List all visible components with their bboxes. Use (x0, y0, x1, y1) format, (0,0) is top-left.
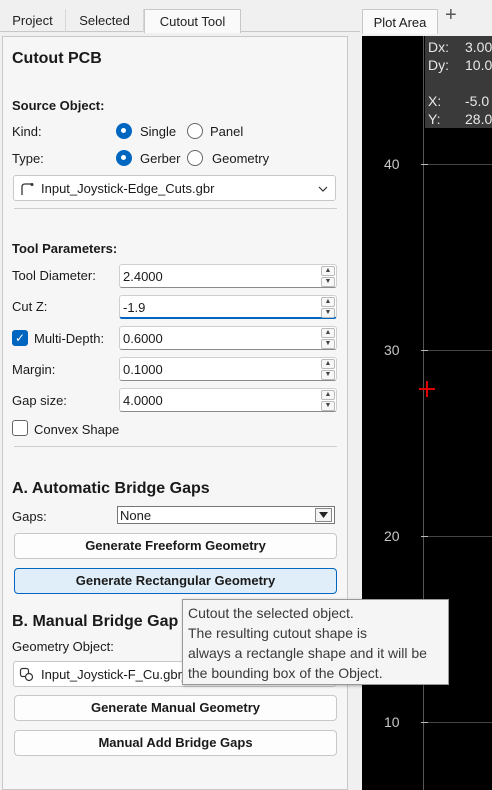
cut-z-label: Cut Z: (12, 299, 48, 314)
manual-add-gaps-button[interactable]: Manual Add Bridge Gaps (14, 730, 337, 756)
spin-down-icon[interactable]: ▼ (321, 308, 335, 318)
gap-size-spinbox[interactable]: 4.0000 ▲ ▼ (119, 388, 337, 412)
cut-z-spinbox[interactable]: -1.9 ▲ ▼ (119, 295, 337, 319)
spin-down-icon[interactable]: ▼ (321, 370, 335, 380)
tooltip-line: The resulting cutout shape is (188, 625, 367, 641)
gerber-object-icon (21, 183, 34, 195)
tab-plot-area[interactable]: Plot Area (362, 9, 438, 34)
type-geometry-label: Geometry (212, 151, 270, 166)
y-tick-label: 40 (384, 156, 400, 172)
generate-freeform-button[interactable]: Generate Freeform Geometry (14, 533, 337, 559)
auto-gaps-heading: A. Automatic Bridge Gaps (12, 480, 210, 497)
tool-diameter-value: 2.4000 (123, 269, 163, 284)
divider (14, 446, 337, 447)
margin-spinbox[interactable]: 0.1000 ▲ ▼ (119, 357, 337, 381)
tool-diameter-label: Tool Diameter: (12, 268, 96, 283)
gap-size-label: Gap size: (12, 393, 67, 408)
kind-label: Kind: (12, 124, 42, 139)
spin-down-icon[interactable]: ▼ (321, 277, 335, 287)
tooltip-line: always a rectangle shape and it will be (188, 645, 427, 661)
cursor-crosshair-icon (419, 381, 435, 397)
kind-single-radio[interactable] (116, 123, 132, 139)
geometry-object-label: Geometry Object: (12, 639, 114, 654)
dy-label: Dy: (428, 57, 449, 73)
gap-size-value: 4.0000 (123, 393, 163, 408)
y-tick (421, 164, 428, 165)
tool-diameter-spinbox[interactable]: 2.4000 ▲ ▼ (119, 264, 337, 288)
grid-line (424, 164, 492, 165)
multi-depth-label: Multi-Depth: (34, 331, 105, 346)
dx-value: 3.00 (465, 39, 492, 55)
tooltip: Cutout the selected object. The resultin… (182, 599, 449, 685)
y-tick-label: 10 (384, 714, 400, 730)
geometry-object-icon (19, 667, 34, 682)
tab-project[interactable]: Project (0, 9, 66, 32)
convex-shape-checkbox[interactable] (12, 420, 28, 436)
gaps-select[interactable]: None (117, 506, 335, 524)
plot-tab-bar: Plot Area + (360, 0, 492, 36)
generate-rectangular-button[interactable]: Generate Rectangular Geometry (14, 568, 337, 594)
chevron-down-icon (318, 186, 328, 192)
type-geometry-radio[interactable] (187, 150, 203, 166)
y-tick-label: 30 (384, 342, 400, 358)
y-tick-label: 20 (384, 528, 400, 544)
spin-down-icon[interactable]: ▼ (321, 401, 335, 411)
y-tick (421, 350, 428, 351)
gaps-value: None (120, 508, 152, 523)
multi-depth-spinbox[interactable]: 0.6000 ▲ ▼ (119, 326, 337, 350)
x-label: X: (428, 93, 442, 109)
divider (14, 208, 337, 209)
dropdown-arrow-icon (319, 512, 328, 518)
source-object-value: Input_Joystick-Edge_Cuts.gbr (41, 181, 215, 196)
grid-line (424, 350, 492, 351)
spin-up-icon[interactable]: ▲ (321, 328, 335, 338)
add-tab-icon[interactable]: + (445, 4, 457, 27)
manual-gaps-heading: B. Manual Bridge Gap (12, 613, 179, 630)
kind-single-label: Single (140, 124, 177, 139)
spin-up-icon[interactable]: ▲ (321, 359, 335, 369)
y-label: Y: (428, 111, 441, 127)
dy-value: 10.0 (465, 57, 492, 73)
cut-z-value: -1.9 (123, 300, 146, 315)
gaps-dropdown-button[interactable] (315, 508, 332, 522)
spin-up-icon[interactable]: ▲ (321, 297, 335, 307)
convex-shape-label: Convex Shape (34, 422, 120, 437)
coordinate-readout: Dx: 3.00 Dy: 10.0 X: -5.0 Y: 28.0 (425, 36, 492, 128)
multi-depth-checkbox[interactable]: ✓ (12, 330, 28, 346)
grid-line (424, 722, 492, 723)
y-tick (421, 536, 428, 537)
geometry-object-value: Input_Joystick-F_Cu.gbr_ (41, 667, 190, 682)
tab-cutout-tool[interactable]: Cutout Tool (144, 9, 241, 33)
y-value: 28.0 (465, 111, 492, 127)
generate-manual-button[interactable]: Generate Manual Geometry (14, 695, 337, 721)
y-tick (421, 722, 428, 723)
spin-up-icon[interactable]: ▲ (321, 266, 335, 276)
spin-down-icon[interactable]: ▼ (321, 339, 335, 349)
source-heading: Source Object: (12, 98, 105, 113)
multi-depth-value: 0.6000 (123, 331, 163, 346)
tool-params-heading: Tool Parameters: (12, 241, 118, 256)
spin-up-icon[interactable]: ▲ (321, 390, 335, 400)
panel-title: Cutout PCB (12, 50, 102, 67)
kind-panel-label: Panel (210, 124, 244, 139)
source-object-select[interactable]: Input_Joystick-Edge_Cuts.gbr (13, 175, 336, 201)
margin-label: Margin: (12, 362, 56, 377)
notebook-tab-bar: Project Selected Cutout Tool (0, 0, 360, 33)
type-gerber-radio[interactable] (116, 150, 132, 166)
type-gerber-label: Gerber (140, 151, 181, 166)
tooltip-line: Cutout the selected object. (188, 605, 354, 621)
tooltip-line: the bounding box of the Object. (188, 665, 383, 681)
kind-panel-radio[interactable] (187, 123, 203, 139)
tab-selected[interactable]: Selected (66, 9, 144, 32)
margin-value: 0.1000 (123, 362, 163, 377)
grid-line (424, 536, 492, 537)
x-value: -5.0 (465, 93, 490, 109)
gaps-label: Gaps: (12, 509, 47, 524)
type-label: Type: (12, 151, 44, 166)
dx-label: Dx: (428, 39, 449, 55)
